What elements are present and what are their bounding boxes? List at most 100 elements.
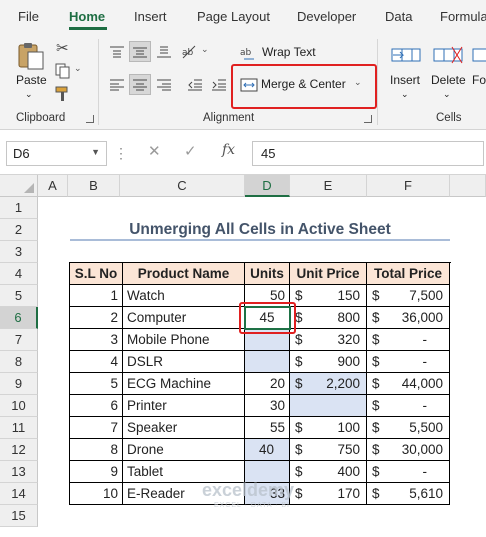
name-box-dropdown-icon[interactable]: ▼: [91, 147, 100, 157]
formula-bar-grip-icon[interactable]: ⋮: [114, 145, 128, 162]
table-cell-unit-price[interactable]: [290, 395, 367, 417]
paste-dropdown-icon[interactable]: ⌄: [25, 89, 33, 100]
column-header-d[interactable]: D: [245, 175, 290, 197]
row-header-6[interactable]: 6: [0, 307, 38, 329]
table-cell-sl-no[interactable]: 4: [70, 351, 123, 373]
table-cell-sl-no[interactable]: 6: [70, 395, 123, 417]
table-header-cell[interactable]: Unit Price: [290, 263, 367, 285]
table-cell-units[interactable]: [245, 351, 290, 373]
worksheet-grid[interactable]: A B C D E F 1 2 3 4 5 6 7 8 9 10 11 12 13 14 15 Unmerging All…: [0, 175, 486, 537]
table-cell-unit-price[interactable]: $170: [290, 483, 367, 505]
table-cell-sl-no[interactable]: 1: [70, 285, 123, 307]
clipboard-launcher-icon[interactable]: [86, 115, 94, 123]
table-cell-total-price[interactable]: $ -: [367, 395, 450, 417]
table-cell-total-price[interactable]: $ -: [367, 461, 450, 483]
table-cell-total-price[interactable]: $30,000: [367, 439, 450, 461]
format-cells-button[interactable]: Fo: [470, 39, 486, 105]
table-cell-product-name[interactable]: Watch: [123, 285, 245, 307]
tab-developer[interactable]: Developer: [297, 9, 356, 24]
format-painter-icon[interactable]: [55, 86, 71, 102]
table-cell-units[interactable]: 20: [245, 373, 290, 395]
table-cell-sl-no[interactable]: 5: [70, 373, 123, 395]
table-cell-product-name[interactable]: Speaker: [123, 417, 245, 439]
table-header-cell[interactable]: Units: [245, 263, 290, 285]
row-header-3[interactable]: 3: [0, 241, 38, 263]
align-right-icon[interactable]: [155, 77, 173, 93]
table-cell-total-price[interactable]: $5,610: [367, 483, 450, 505]
decrease-indent-icon[interactable]: [186, 77, 204, 93]
column-header-a[interactable]: A: [38, 175, 68, 197]
formula-input[interactable]: 45: [252, 141, 484, 166]
table-cell-product-name[interactable]: Drone: [123, 439, 245, 461]
table-cell-product-name[interactable]: Mobile Phone: [123, 329, 245, 351]
wrap-text-button[interactable]: ab Wrap Text: [240, 43, 330, 63]
table-cell-total-price[interactable]: $ -: [367, 329, 450, 351]
table-cell-sl-no[interactable]: 10: [70, 483, 123, 505]
table-cell-product-name[interactable]: ECG Machine: [123, 373, 245, 395]
table-header-cell[interactable]: Product Name: [123, 263, 245, 285]
row-header-15[interactable]: 15: [0, 505, 38, 527]
select-all-corner[interactable]: [0, 175, 38, 197]
cut-icon[interactable]: ✂: [56, 39, 69, 57]
orientation-icon[interactable]: ab: [180, 43, 200, 61]
delete-dropdown-icon[interactable]: ⌄: [443, 89, 451, 100]
align-middle-button[interactable]: [129, 41, 151, 62]
table-cell-total-price[interactable]: $ -: [367, 351, 450, 373]
table-cell-unit-price[interactable]: $320: [290, 329, 367, 351]
align-bottom-icon[interactable]: [155, 44, 173, 60]
table-cell-unit-price[interactable]: $2,200: [290, 373, 367, 395]
table-cell-sl-no[interactable]: 9: [70, 461, 123, 483]
table-header-cell[interactable]: Total Price: [367, 263, 450, 285]
row-header-11[interactable]: 11: [0, 417, 38, 439]
tab-file[interactable]: File: [18, 9, 39, 24]
table-cell-total-price[interactable]: $36,000: [367, 307, 450, 329]
row-header-8[interactable]: 8: [0, 351, 38, 373]
paste-button[interactable]: Paste ⌄: [10, 39, 52, 105]
insert-function-icon[interactable]: fx: [222, 142, 235, 158]
table-cell-units[interactable]: 55: [245, 417, 290, 439]
increase-indent-icon[interactable]: [210, 77, 228, 93]
table-cell-total-price[interactable]: $7,500: [367, 285, 450, 307]
name-box[interactable]: D6 ▼: [6, 141, 107, 166]
alignment-launcher-icon[interactable]: [364, 115, 372, 123]
table-cell-product-name[interactable]: Printer: [123, 395, 245, 417]
table-cell-unit-price[interactable]: $100: [290, 417, 367, 439]
row-header-10[interactable]: 10: [0, 395, 38, 417]
table-cell-product-name[interactable]: Computer: [123, 307, 245, 329]
table-cell-unit-price[interactable]: $800: [290, 307, 367, 329]
tab-formulas[interactable]: Formula: [440, 9, 486, 24]
tab-home[interactable]: Home: [69, 9, 105, 24]
table-cell-total-price[interactable]: $5,500: [367, 417, 450, 439]
table-cell-units[interactable]: 30: [245, 395, 290, 417]
enter-icon[interactable]: ✓: [184, 142, 197, 160]
copy-dropdown-icon[interactable]: ⌄: [74, 63, 82, 74]
insert-cells-button[interactable]: Insert ⌄: [386, 39, 426, 105]
row-header-2[interactable]: 2: [0, 219, 38, 241]
align-center-button[interactable]: [129, 74, 151, 95]
table-cell-unit-price[interactable]: $900: [290, 351, 367, 373]
table-cell-sl-no[interactable]: 3: [70, 329, 123, 351]
table-cell-units[interactable]: 40: [245, 439, 290, 461]
tab-page-layout[interactable]: Page Layout: [197, 9, 270, 24]
column-header-e[interactable]: E: [290, 175, 367, 197]
delete-cells-button[interactable]: Delete ⌄: [428, 39, 468, 105]
insert-dropdown-icon[interactable]: ⌄: [401, 89, 409, 100]
tab-insert[interactable]: Insert: [134, 9, 167, 24]
row-header-4[interactable]: 4: [0, 263, 38, 285]
table-cell-sl-no[interactable]: 8: [70, 439, 123, 461]
table-cell-sl-no[interactable]: 2: [70, 307, 123, 329]
align-top-icon[interactable]: [108, 44, 126, 60]
row-header-13[interactable]: 13: [0, 461, 38, 483]
row-header-1[interactable]: 1: [0, 197, 38, 219]
row-header-9[interactable]: 9: [0, 373, 38, 395]
row-header-12[interactable]: 12: [0, 439, 38, 461]
row-header-7[interactable]: 7: [0, 329, 38, 351]
table-header-cell[interactable]: S.L No: [70, 263, 123, 285]
row-header-14[interactable]: 14: [0, 483, 38, 505]
table-cell-unit-price[interactable]: $150: [290, 285, 367, 307]
copy-icon[interactable]: [55, 63, 71, 79]
cancel-icon[interactable]: ✕: [148, 142, 161, 160]
row-header-5[interactable]: 5: [0, 285, 38, 307]
table-cell-product-name[interactable]: DSLR: [123, 351, 245, 373]
table-cell-unit-price[interactable]: $400: [290, 461, 367, 483]
